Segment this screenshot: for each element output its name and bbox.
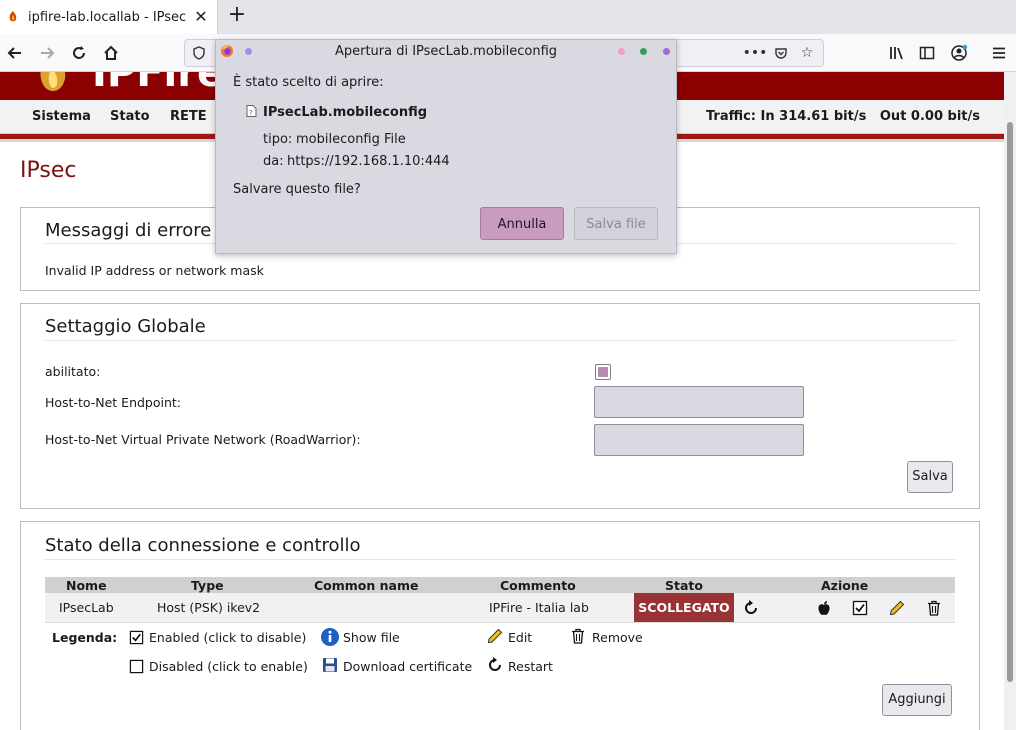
- enabled-checkbox[interactable]: [595, 364, 611, 380]
- close-tab-icon[interactable]: ✕: [193, 9, 209, 25]
- site-logo-text: IPFire: [92, 72, 225, 96]
- hamburger-menu-icon[interactable]: [986, 40, 1012, 66]
- global-settings-divider: [45, 340, 955, 341]
- dialog-type-label: tipo:: [263, 132, 293, 147]
- enabled-label: abilitato:: [45, 364, 101, 379]
- restart-icon[interactable]: [742, 599, 760, 617]
- roadwarrior-input[interactable]: [594, 424, 804, 456]
- ipfire-logo-icon: [26, 72, 78, 94]
- legend-title: Legenda:: [52, 630, 118, 645]
- error-heading: Messaggi di errore: [45, 220, 212, 241]
- minimize-dot-icon[interactable]: [618, 48, 625, 55]
- connections-divider: [45, 559, 955, 560]
- dialog-question: Salvare questo file?: [233, 182, 361, 197]
- status-badge: SCOLLEGATO: [634, 593, 734, 622]
- global-save-button[interactable]: Salva: [907, 461, 953, 493]
- menu-item-rete[interactable]: RETE: [170, 109, 207, 124]
- info-icon: [320, 627, 340, 647]
- legend-disabled: Disabled (click to enable): [149, 659, 308, 674]
- traffic-readout: Traffic: In 314.61 bit/s Out 0.00 bit/s: [705, 109, 980, 124]
- legend-restart-icon: [487, 657, 503, 673]
- connections-heading: Stato della connessione e controllo: [45, 535, 361, 556]
- edit-pencil-icon[interactable]: [888, 599, 906, 617]
- row-name: IPsecLab: [59, 600, 114, 615]
- col-commento: Commento: [500, 578, 576, 593]
- table-header: Nome Type Common name Commento Stato Azi…: [45, 577, 955, 593]
- error-message: Invalid IP address or network mask: [45, 263, 264, 278]
- table-row: IPsecLab Host (PSK) ikev2 IPFire - Itali…: [45, 593, 955, 623]
- library-icon[interactable]: [884, 40, 910, 66]
- checked-checkbox-icon: [128, 629, 144, 645]
- col-common-name: Common name: [314, 578, 419, 593]
- account-icon[interactable]: [946, 40, 972, 66]
- col-type: Type: [191, 578, 224, 593]
- page-scrollbar[interactable]: [1004, 72, 1016, 730]
- back-arrow-icon[interactable]: [2, 40, 28, 66]
- tab-bar: ipfire-lab.locallab - IPsec ✕ +: [0, 0, 1016, 34]
- legend-trash-icon: [570, 628, 586, 644]
- enabled-checkbox-icon[interactable]: [851, 599, 869, 617]
- file-icon: ?: [246, 105, 257, 121]
- bookmark-star-icon[interactable]: ☆: [799, 45, 815, 61]
- unchecked-checkbox-icon: [128, 658, 144, 674]
- col-azione: Azione: [821, 578, 869, 593]
- more-actions-icon[interactable]: •••: [743, 45, 768, 61]
- legend-show-file: Show file: [343, 630, 400, 645]
- open-file-dialog: Apertura di IPsecLab.mobileconfig È stat…: [215, 39, 677, 254]
- page-title: IPsec: [20, 158, 77, 183]
- ipfire-favicon-icon: [6, 10, 20, 24]
- browser-tab[interactable]: ipfire-lab.locallab - IPsec ✕: [0, 0, 218, 34]
- forward-arrow-icon[interactable]: [34, 40, 60, 66]
- col-nome: Nome: [66, 578, 107, 593]
- apple-icon[interactable]: [815, 599, 833, 617]
- legend-restart: Restart: [508, 659, 553, 674]
- row-comment: IPFire - Italia lab: [489, 600, 589, 615]
- dialog-from-label: da:: [263, 154, 284, 169]
- dialog-intro: È stato scelto di aprire:: [233, 75, 384, 90]
- svg-text:?: ?: [249, 109, 253, 117]
- dialog-type-value: mobileconfig File: [296, 132, 406, 147]
- shield-icon[interactable]: [191, 45, 207, 61]
- global-settings-heading: Settaggio Globale: [45, 316, 206, 337]
- row-type: Host (PSK) ikev2: [157, 600, 261, 615]
- add-connection-button[interactable]: Aggiungi: [882, 684, 952, 716]
- global-settings-section: Settaggio Globale abilitato: Host-to-Net…: [20, 303, 980, 509]
- pocket-icon[interactable]: [773, 45, 789, 61]
- legend-download-certificate: Download certificate: [343, 659, 473, 674]
- legend-remove: Remove: [592, 630, 643, 645]
- dialog-title: Apertura di IPsecLab.mobileconfig: [334, 44, 558, 59]
- cancel-button[interactable]: Annulla: [480, 207, 564, 240]
- endpoint-input[interactable]: [594, 386, 804, 418]
- close-dot-icon[interactable]: [663, 48, 670, 55]
- dialog-titlebar[interactable]: Apertura di IPsecLab.mobileconfig: [216, 40, 676, 64]
- new-tab-button[interactable]: +: [224, 3, 250, 29]
- maximize-dot-icon[interactable]: [640, 48, 647, 55]
- connections-section: Stato della connessione e controllo Nome…: [20, 521, 980, 730]
- col-stato: Stato: [665, 578, 703, 593]
- legend-pencil-icon: [487, 628, 503, 644]
- sidebar-icon[interactable]: [914, 40, 940, 66]
- save-file-button[interactable]: Salva file: [574, 207, 658, 240]
- legend-enabled: Enabled (click to disable): [149, 630, 307, 645]
- menu-item-sistema[interactable]: Sistema: [32, 109, 91, 124]
- reload-icon[interactable]: [66, 40, 92, 66]
- legend-edit: Edit: [508, 630, 533, 645]
- endpoint-label: Host-to-Net Endpoint:: [45, 395, 182, 410]
- tab-title: ipfire-lab.locallab - IPsec: [28, 9, 187, 25]
- home-icon[interactable]: [98, 40, 124, 66]
- roadwarrior-label: Host-to-Net Virtual Private Network (Roa…: [45, 432, 361, 447]
- dialog-from-value: https://192.168.1.10:444: [287, 154, 450, 169]
- scrollbar-thumb[interactable]: [1007, 122, 1013, 682]
- trash-icon[interactable]: [925, 599, 943, 617]
- floppy-disk-icon: [322, 657, 338, 673]
- menu-item-stato[interactable]: Stato: [110, 109, 150, 124]
- dialog-filename: IPsecLab.mobileconfig: [263, 105, 428, 120]
